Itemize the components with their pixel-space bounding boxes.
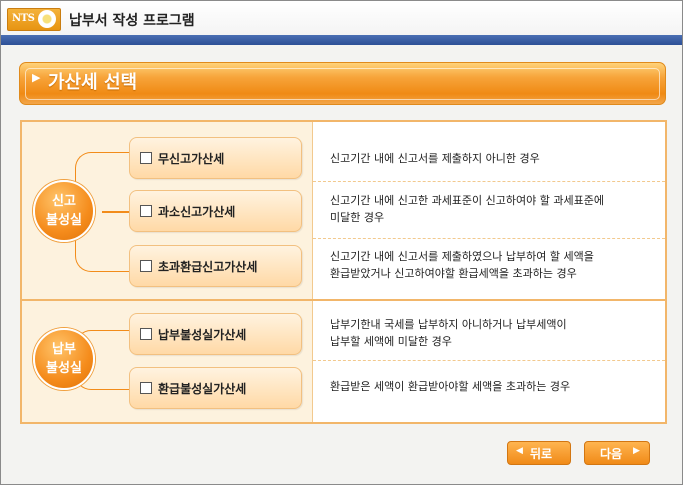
penalty-description: 신고기간 내에 신고한 과세표준이 신고하여야 할 과세표준에 미달한 경우: [330, 194, 604, 224]
app-window: NTS 납부서 작성 프로그램 ▶ 가산세 선택 신고 불성실 무신고가산세 신…: [0, 0, 683, 485]
flower-emblem-icon: [38, 10, 56, 28]
penalty-item-label: 과소신고가산세: [158, 205, 236, 219]
title-accent-strip: [1, 35, 682, 45]
back-button[interactable]: ◀ 뒤로: [507, 441, 571, 465]
penalty-item-label: 초과환급신고가산세: [158, 260, 258, 274]
row-separator: [313, 181, 665, 182]
section-heading-bar: ▶ 가산세 선택: [19, 62, 666, 105]
penalty-description: 납부기한내 국세를 납부하지 아니하거나 납부세액이 납부할 세액에 미달한 경…: [330, 318, 567, 348]
group-divider: [22, 299, 665, 301]
penalty-item-label: 납부불성실가산세: [158, 328, 247, 342]
penalty-item-label: 무신고가산세: [158, 152, 225, 166]
penalty-description: 환급받은 세액이 환급받아야할 세액을 초과하는 경우: [330, 380, 571, 393]
penalty-item-excess-refund[interactable]: 초과환급신고가산세: [129, 245, 302, 287]
column-divider: [312, 122, 313, 422]
chevron-right-icon: ▶: [633, 446, 640, 456]
category-circle-payment: 납부 불성실: [33, 328, 95, 390]
chevron-left-icon: ◀: [516, 446, 523, 456]
checkbox[interactable]: [140, 328, 152, 340]
section-heading: 가산세 선택: [48, 72, 138, 93]
next-button[interactable]: 다음 ▶: [584, 441, 650, 465]
group-connector: [102, 211, 130, 213]
category-label: 납부 불성실: [46, 342, 82, 376]
row-separator: [313, 360, 665, 361]
logo-text: NTS: [12, 13, 35, 24]
penalty-item-no-filing[interactable]: 무신고가산세: [129, 137, 302, 179]
nts-logo: NTS: [7, 8, 61, 31]
penalty-item-under-filing[interactable]: 과소신고가산세: [129, 190, 302, 232]
penalty-item-refund-misconduct[interactable]: 환급불성실가산세: [129, 367, 302, 409]
checkbox[interactable]: [140, 205, 152, 217]
next-button-label: 다음: [600, 447, 623, 461]
heading-arrow-icon: ▶: [32, 71, 41, 84]
penalty-item-label: 환급불성실가산세: [158, 382, 247, 396]
row-separator: [313, 238, 665, 239]
penalty-description: 신고기간 내에 신고서를 제출하였으나 납부하여 할 세액을 환급받았거나 신고…: [330, 250, 594, 280]
category-label: 신고 불성실: [46, 194, 82, 228]
checkbox[interactable]: [140, 382, 152, 394]
category-circle-filing: 신고 불성실: [33, 180, 95, 242]
penalty-description: 신고기간 내에 신고서를 제출하지 아니한 경우: [330, 152, 540, 165]
back-button-label: 뒤로: [530, 447, 553, 461]
title-bar: NTS 납부서 작성 프로그램: [1, 1, 682, 35]
penalty-item-late-payment[interactable]: 납부불성실가산세: [129, 313, 302, 355]
app-title: 납부서 작성 프로그램: [69, 13, 195, 29]
penalty-selection-panel: 신고 불성실 무신고가산세 신고기간 내에 신고서를 제출하지 아니한 경우 과…: [20, 120, 667, 424]
checkbox[interactable]: [140, 152, 152, 164]
checkbox[interactable]: [140, 260, 152, 272]
